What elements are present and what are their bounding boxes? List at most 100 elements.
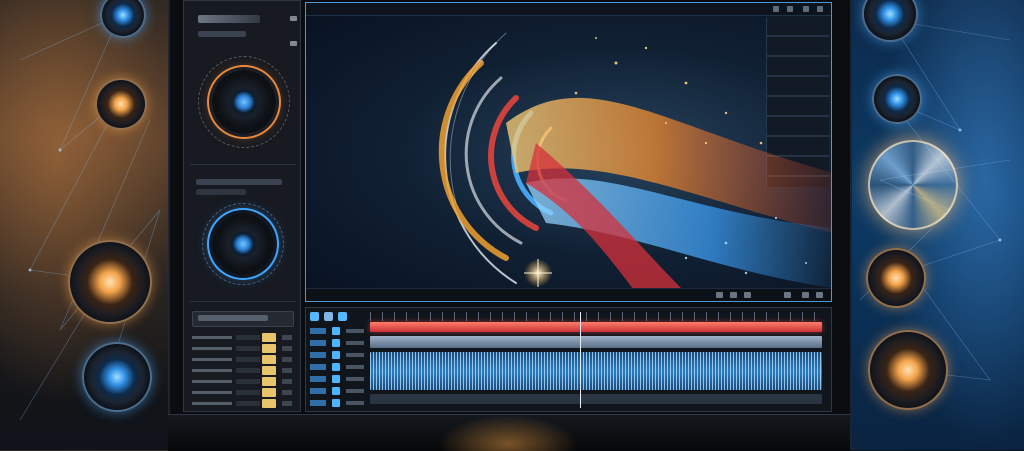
fader-handle[interactable] [262,377,276,386]
video-clip[interactable] [370,336,822,348]
light-burst-icon [868,140,958,230]
track-meter [346,365,364,369]
fader-handle[interactable] [262,355,276,364]
prev-frame-icon[interactable] [716,292,723,298]
mixer-section-label [198,315,268,321]
panel-divider [190,164,296,165]
track-name [310,388,326,394]
expand-icon[interactable] [803,6,809,12]
track-toggle-icon[interactable] [332,375,340,383]
track-name [310,328,326,334]
track-name [310,340,326,346]
snap-icon[interactable] [338,312,347,321]
channel-label [192,336,232,339]
audio-waveform-clip[interactable] [370,352,822,390]
lens-orb-right-3 [866,248,926,308]
video-clip[interactable] [370,322,822,332]
panel-menu-icon[interactable] [290,41,297,46]
track-name [310,364,326,370]
time-ruler[interactable] [370,312,825,321]
track-header[interactable] [310,374,366,384]
panel-close-icon[interactable] [290,16,297,21]
track-headers [310,326,366,408]
panel-title [198,15,260,23]
mixer-channel-2[interactable] [192,344,296,354]
fader-track [236,401,260,406]
cut-icon[interactable] [324,312,333,321]
mixer-channel-4[interactable] [192,366,296,376]
toggle-icon[interactable] [773,6,779,12]
track-area[interactable] [370,312,825,408]
track-meter [346,401,364,405]
window-icon[interactable] [817,6,823,12]
fader-track [236,357,260,362]
channel-label [192,358,232,361]
track-toggle-icon[interactable] [332,363,340,371]
fader-handle[interactable] [262,366,276,375]
channel-mute[interactable] [282,401,292,406]
fullscreen-icon[interactable] [816,292,823,298]
channel-mute[interactable] [282,346,292,351]
preview-viewer[interactable] [305,2,832,302]
lens-orb-left-4 [82,342,152,412]
channel-mute[interactable] [282,368,292,373]
channel-mute[interactable] [282,390,292,395]
lens-orb-left-3 [68,240,152,324]
fader-handle[interactable] [262,388,276,397]
fader-handle[interactable] [262,399,276,408]
panel-divider-2 [190,301,296,302]
fader-track [236,368,260,373]
lens-orb-right-4 [868,330,948,410]
settings-icon[interactable] [802,292,809,298]
loop-icon[interactable] [784,292,791,298]
lens-orb-left-2 [95,78,147,130]
effect-section-sub [196,189,246,195]
monitor-bezel [168,414,850,451]
track-meter [346,377,364,381]
fader-track [236,390,260,395]
track-header[interactable] [310,326,366,336]
mixer-channel-3[interactable] [192,355,296,365]
track-toggle-icon[interactable] [332,387,340,395]
track-header[interactable] [310,362,366,372]
mixer-channel-5[interactable] [192,377,296,387]
track-header[interactable] [310,338,366,348]
play-icon[interactable] [730,292,737,298]
grid-icon[interactable] [787,6,793,12]
track-name [310,400,326,406]
lens-orb-right-2 [872,74,922,124]
rotary-dial-1[interactable] [212,70,276,134]
mixer-channel-6[interactable] [192,388,296,398]
fader-handle[interactable] [262,344,276,353]
track-header[interactable] [310,386,366,396]
rotary-dial-2[interactable] [212,213,274,275]
track-toggle-icon[interactable] [332,339,340,347]
mixer-channel-7[interactable] [192,399,296,409]
viewer-header [306,3,831,16]
track-meter [346,389,364,393]
fader-handle[interactable] [262,333,276,342]
timeline-panel[interactable] [305,307,832,412]
playhead[interactable] [580,312,581,408]
track-toggle-icon[interactable] [332,399,340,407]
timeline-toolbar [310,312,370,322]
track-toggle-icon[interactable] [332,351,340,359]
track-toggle-icon[interactable] [332,327,340,335]
empty-track[interactable] [370,394,822,404]
next-frame-icon[interactable] [744,292,751,298]
channel-mute[interactable] [282,335,292,340]
channel-label [192,347,232,350]
track-name [310,352,326,358]
channel-mute[interactable] [282,357,292,362]
channel-label [192,391,232,394]
channel-mute[interactable] [282,379,292,384]
channel-label [192,402,232,405]
track-header[interactable] [310,350,366,360]
fader-track [236,379,260,384]
viewer-transport-bar [306,288,831,301]
track-header[interactable] [310,398,366,408]
effect-section-label [196,179,282,185]
viewer-toolbar [705,5,825,13]
mixer-channel-1[interactable] [192,333,296,343]
select-icon[interactable] [310,312,319,321]
